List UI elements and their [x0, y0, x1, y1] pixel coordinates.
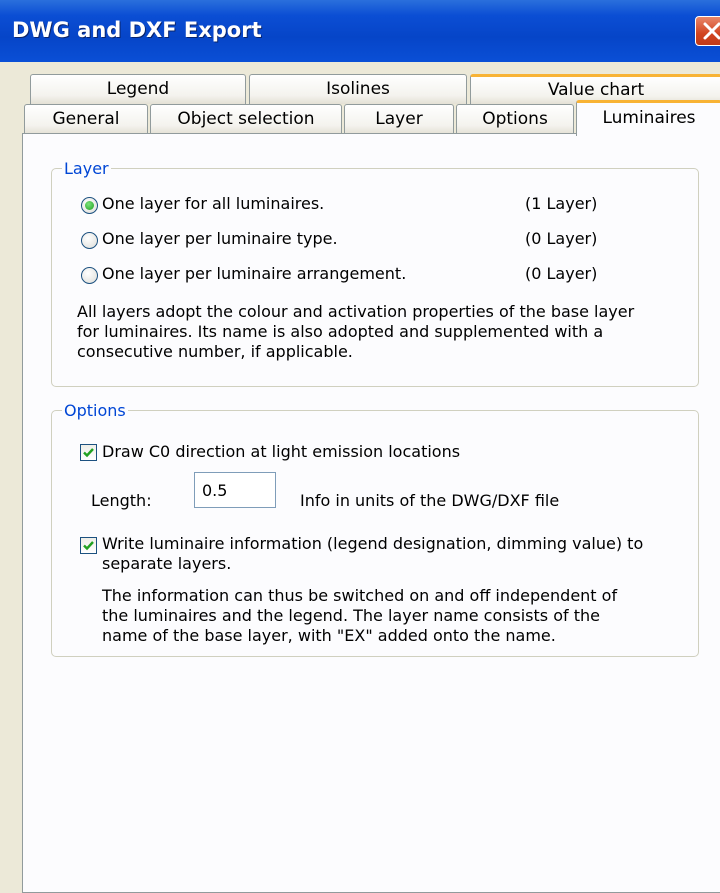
tab-legend[interactable]: Legend [30, 74, 246, 104]
tab-options[interactable]: Options [456, 104, 574, 134]
tab-general[interactable]: General [24, 104, 148, 134]
options-note-line: The information can thus be switched on … [102, 586, 618, 605]
luminaires-panel: Layer One layer for all luminaires. (1 L… [22, 133, 720, 893]
tab-luminaires[interactable]: Luminaires [576, 100, 720, 136]
layer-count-all: (1 Layer) [525, 194, 598, 213]
layer-group-title: Layer [64, 159, 109, 178]
layer-note-line: for luminaires. Its name is also adopted… [77, 322, 604, 341]
radio-label-one-layer-all: One layer for all luminaires. [102, 194, 325, 213]
radio-one-layer-per-type[interactable] [81, 232, 98, 249]
tab-isolines[interactable]: Isolines [249, 74, 467, 104]
checkbox-label-draw-c0: Draw C0 direction at light emission loca… [102, 442, 461, 461]
tab-object-selection[interactable]: Object selection [150, 104, 342, 134]
checkbox-draw-c0[interactable] [80, 444, 97, 461]
length-info: Info in units of the DWG/DXF file [300, 491, 560, 510]
close-button[interactable] [695, 16, 720, 46]
checkbox-write-info[interactable] [80, 537, 97, 554]
layer-note-line: All layers adopt the colour and activati… [77, 302, 635, 321]
checkbox-label-write-info: Write luminaire information (legend desi… [102, 534, 643, 574]
radio-label-per-arrangement: One layer per luminaire arrangement. [102, 264, 407, 283]
close-icon [703, 22, 720, 40]
write-info-line: Write luminaire information (legend desi… [102, 534, 644, 553]
radio-selected-dot [85, 201, 94, 210]
length-input[interactable]: 0.5 [194, 472, 276, 508]
window-title: DWG and DXF Export [12, 18, 262, 42]
checkmark-icon [83, 448, 94, 458]
layer-note: All layers adopt the colour and activati… [77, 302, 634, 362]
radio-one-layer-all[interactable] [81, 197, 98, 214]
options-note-line: name of the base layer, with "EX" added … [102, 626, 556, 645]
layer-count-type: (0 Layer) [525, 229, 598, 248]
layer-note-line: consecutive number, if applicable. [77, 342, 353, 361]
tab-layer[interactable]: Layer [344, 104, 454, 134]
length-label: Length: [91, 491, 152, 510]
options-group-title: Options [64, 401, 126, 420]
radio-one-layer-per-arrangement[interactable] [81, 267, 98, 284]
radio-label-per-type: One layer per luminaire type. [102, 229, 338, 248]
checkmark-icon [83, 541, 94, 551]
layer-count-arrangement: (0 Layer) [525, 264, 598, 283]
write-info-line: separate layers. [102, 554, 232, 573]
options-note-line: the luminaires and the legend. The layer… [102, 606, 600, 625]
options-note: The information can thus be switched on … [102, 586, 617, 646]
title-bar: DWG and DXF Export [0, 0, 720, 63]
